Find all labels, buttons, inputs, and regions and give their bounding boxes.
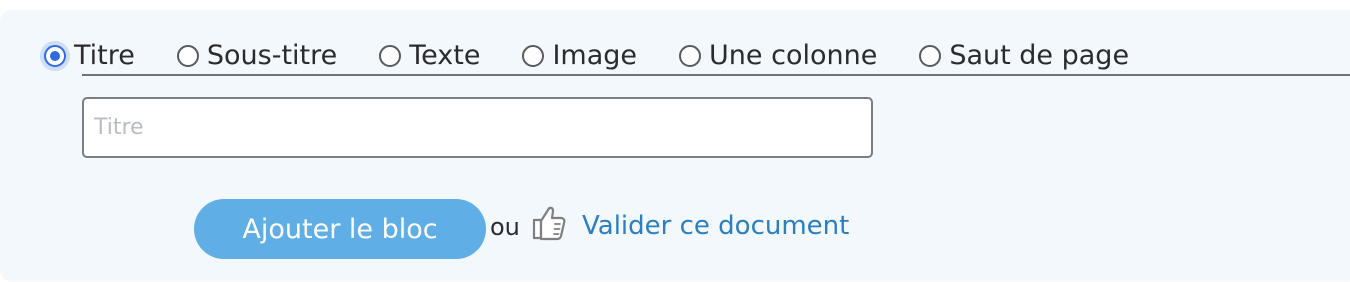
radio-button-texte[interactable] (379, 45, 402, 67)
radio-button-titre[interactable] (44, 45, 66, 67)
radio-label-texte: Texte (409, 40, 481, 71)
radio-label-une-colonne: Une colonne (709, 40, 878, 71)
radio-button-sous-titre[interactable] (176, 45, 199, 67)
radio-group-divider (82, 74, 1350, 76)
title-input[interactable] (82, 97, 873, 158)
radio-option-sous-titre[interactable]: Sous-titre (176, 36, 338, 76)
radio-button-une-colonne[interactable] (679, 45, 702, 67)
or-separator-text: ou (490, 213, 520, 241)
radio-option-une-colonne[interactable]: Une colonne (679, 36, 877, 76)
radio-button-saut-de-page[interactable] (919, 45, 942, 67)
radio-label-image: Image (552, 40, 638, 71)
block-type-radio-group: Titre Sous-titre Texte Image Une colonne… (44, 36, 1171, 76)
radio-label-sous-titre: Sous-titre (206, 40, 338, 71)
radio-option-texte[interactable]: Texte (379, 36, 480, 76)
radio-label-titre: Titre (74, 40, 135, 71)
add-block-button[interactable]: Ajouter le bloc (194, 199, 486, 259)
radio-option-titre[interactable]: Titre (44, 36, 135, 76)
radio-label-saut-de-page: Saut de page (949, 40, 1130, 71)
thumbs-up-icon[interactable] (528, 202, 568, 242)
radio-button-image[interactable] (522, 45, 545, 67)
validate-document-link[interactable]: Valider ce document (582, 208, 849, 244)
radio-option-saut-de-page[interactable]: Saut de page (919, 36, 1129, 76)
radio-option-image[interactable]: Image (522, 36, 637, 76)
